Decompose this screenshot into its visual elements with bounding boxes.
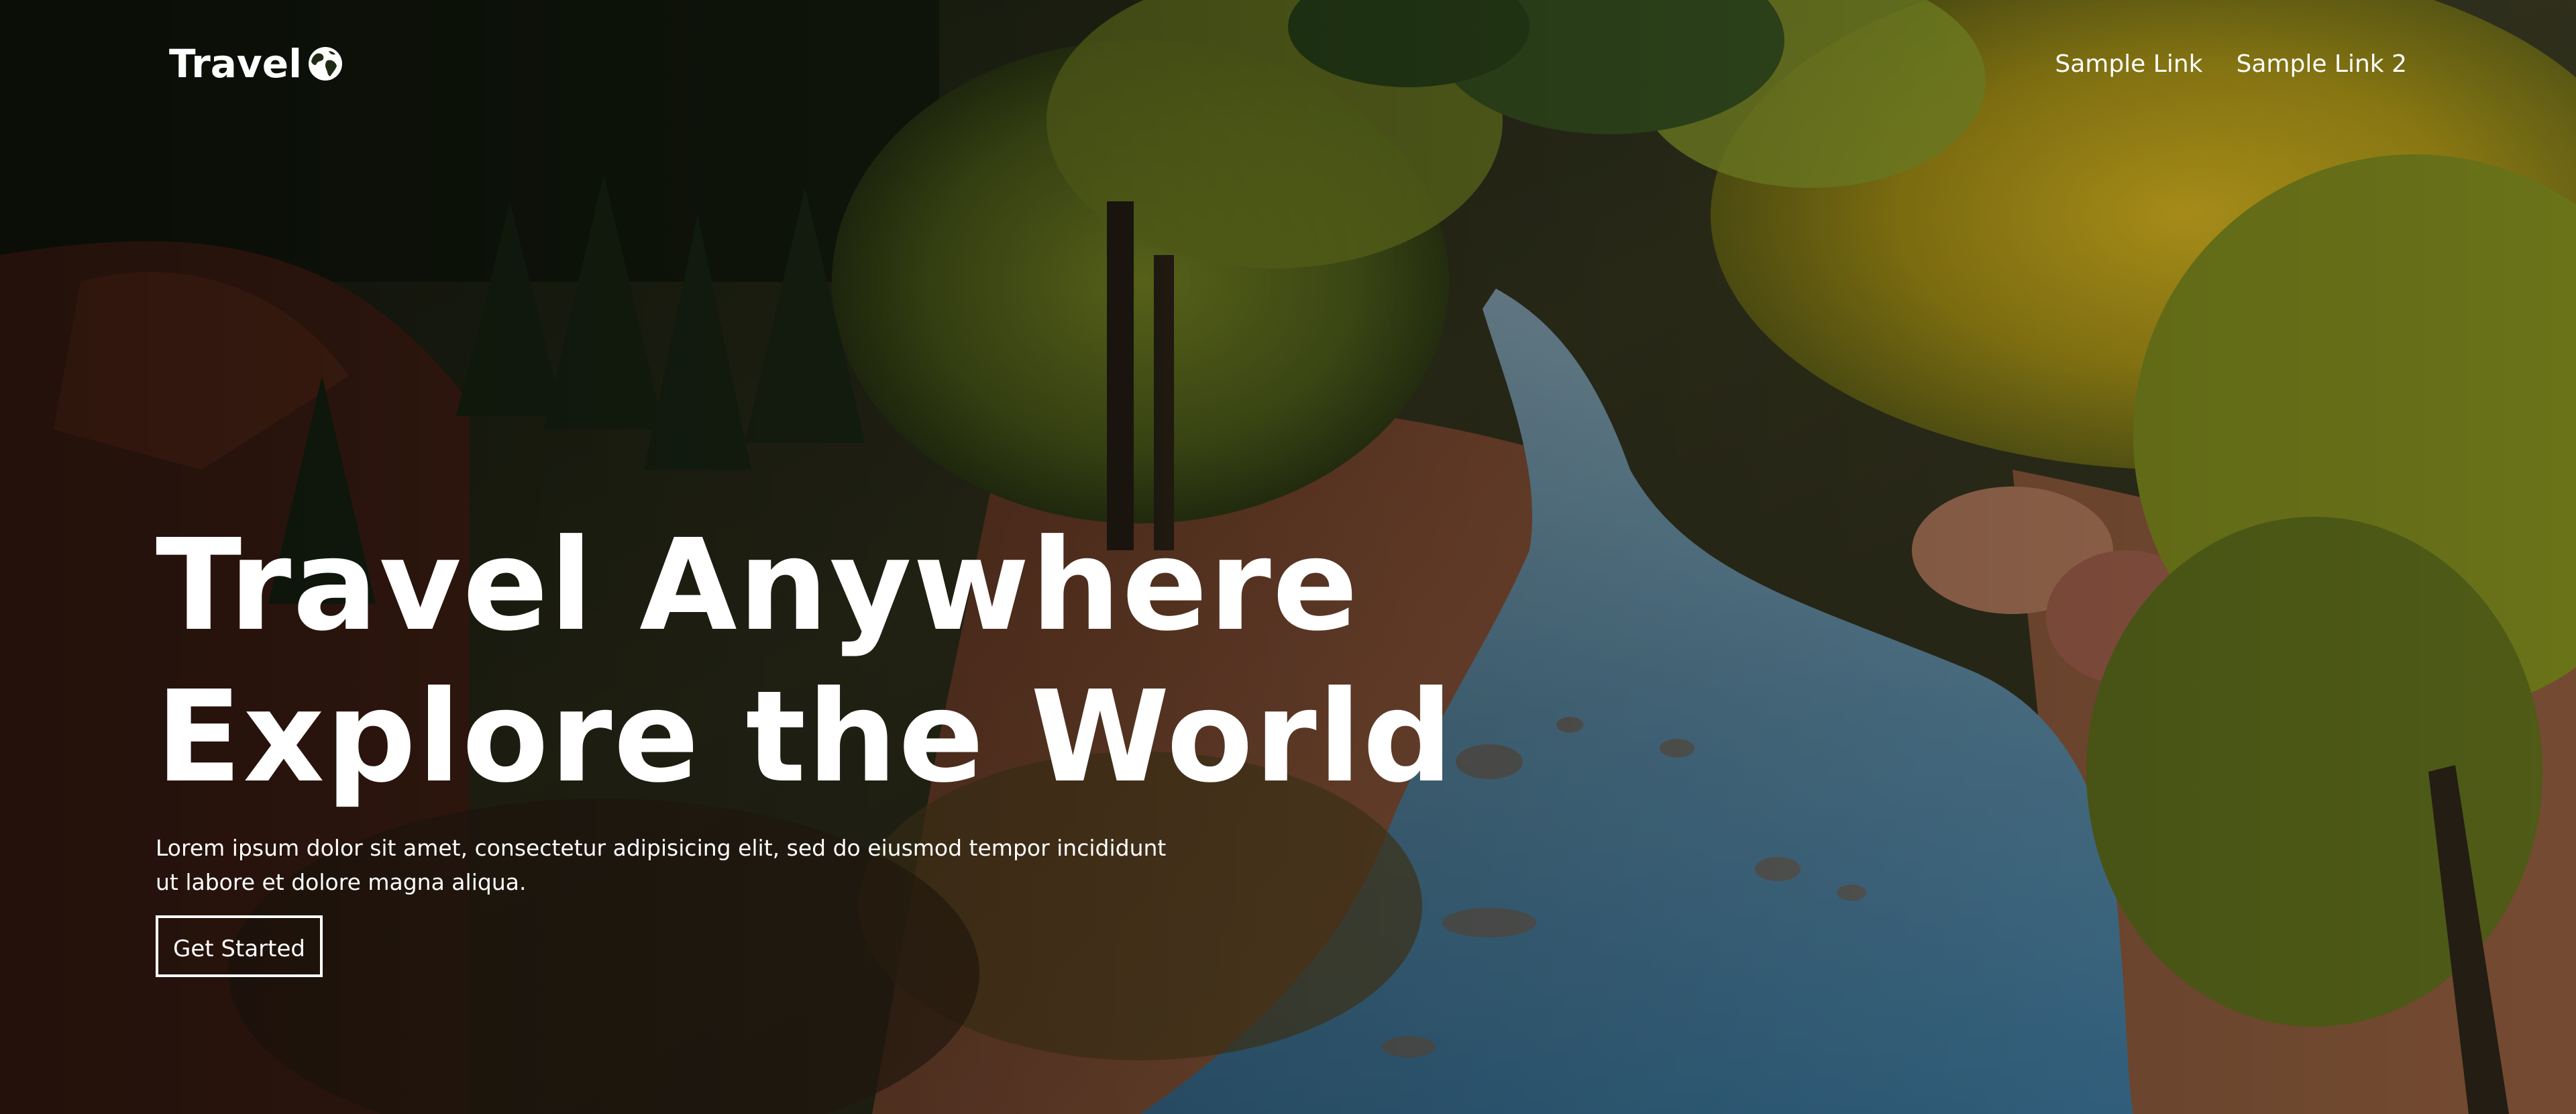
- brand-name: Travel: [169, 41, 302, 87]
- nav-sample-link-2[interactable]: Sample Link 2: [2237, 48, 2408, 81]
- top-navbar: Travel Sample Link Sample Link 2: [0, 0, 2576, 134]
- globe-icon: [307, 46, 343, 82]
- brand-logo-link[interactable]: Travel: [169, 42, 343, 86]
- hero-lead-text: Lorem ipsum dolor sit amet, consectetur …: [156, 835, 1167, 895]
- nav-sample-link[interactable]: Sample Link: [2055, 48, 2202, 81]
- headline-line-2: Explore the World: [156, 664, 1454, 811]
- nav-links: Sample Link Sample Link 2: [2055, 48, 2407, 81]
- get-started-button[interactable]: Get Started: [156, 915, 323, 977]
- headline-line-1: Travel Anywhere: [156, 512, 1360, 659]
- hero-section: Travel Sample Link Sample Link 2 Travel …: [0, 0, 2576, 1114]
- hero-headline: Travel Anywhere Explore the World: [156, 510, 1497, 813]
- hero-content: Travel Anywhere Explore the World Lorem …: [156, 510, 1497, 977]
